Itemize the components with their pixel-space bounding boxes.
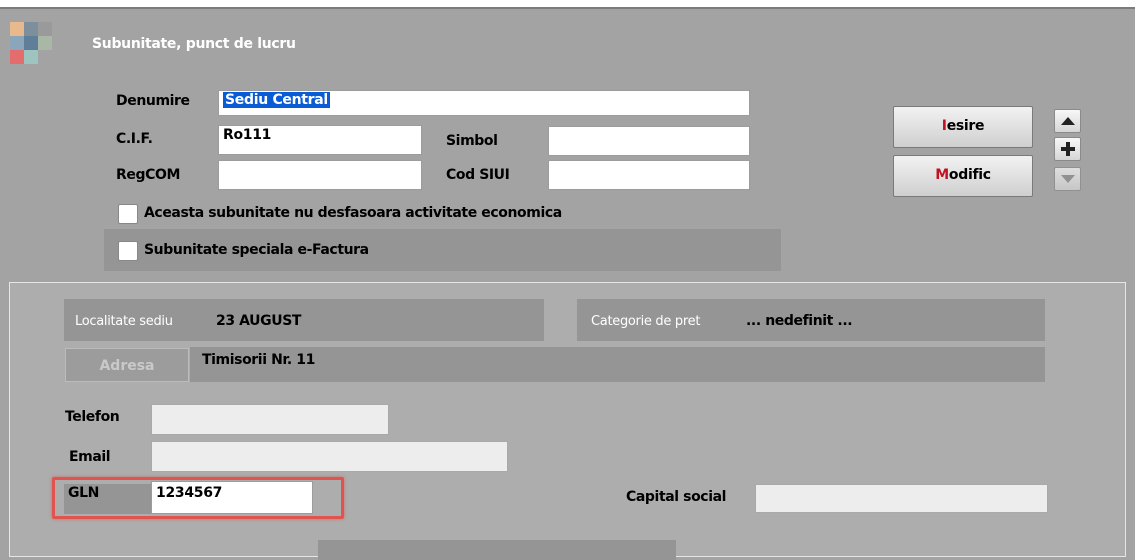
iesire-button[interactable]: Iesire [893, 106, 1033, 148]
denumire-label: Denumire [116, 93, 190, 109]
denumire-selected-text: Sediu Central [223, 92, 330, 108]
iesire-label: esire [946, 118, 985, 134]
denumire-field[interactable]: Sediu Central [218, 90, 750, 116]
capital-field[interactable] [755, 484, 1048, 513]
modific-label: odific [948, 167, 991, 183]
efactura-checkbox-label[interactable]: Subunitate speciala e-Factura [144, 242, 369, 258]
adresa-value[interactable]: Timisorii Nr. 11 [202, 352, 315, 368]
arrow-up-icon[interactable] [1054, 109, 1081, 133]
app-tile-icon [10, 22, 52, 64]
partial-hidden-row [318, 540, 676, 560]
simbol-label: Simbol [446, 133, 498, 149]
plus-icon[interactable] [1054, 137, 1081, 161]
regcom-label: RegCOM [116, 167, 181, 183]
email-field[interactable] [151, 441, 508, 472]
adresa-button[interactable]: Adresa [65, 348, 189, 382]
gln-highlight-box [52, 477, 344, 519]
regcom-field[interactable] [218, 160, 422, 190]
cif-label: C.I.F. [116, 131, 153, 147]
modific-button[interactable]: Modific [893, 155, 1033, 197]
arrow-down-icon[interactable] [1054, 167, 1081, 191]
window-top-border [0, 0, 1135, 9]
activitate-checkbox[interactable] [118, 204, 138, 224]
telefon-label: Telefon [65, 409, 120, 425]
email-label: Email [69, 449, 111, 465]
codsiui-field[interactable] [548, 160, 750, 190]
categorie-value[interactable]: ... nedefinit ... [746, 313, 853, 329]
telefon-field[interactable] [151, 404, 389, 435]
localitate-value[interactable]: 23 AUGUST [216, 313, 301, 329]
localitate-label: Localitate sediu [75, 314, 173, 329]
adresa-strip [190, 347, 1045, 382]
efactura-checkbox[interactable] [118, 241, 138, 261]
cif-field[interactable]: Ro111 [218, 125, 422, 155]
activitate-checkbox-label[interactable]: Aceasta subunitate nu desfasoara activit… [144, 205, 562, 221]
modific-hotkey: M [935, 167, 949, 183]
simbol-field[interactable] [548, 126, 750, 156]
categorie-label: Categorie de pret [591, 314, 701, 329]
window-title: Subunitate, punct de lucru [92, 36, 296, 52]
capital-label: Capital social [626, 489, 727, 505]
codsiui-label: Cod SIUI [446, 167, 510, 183]
